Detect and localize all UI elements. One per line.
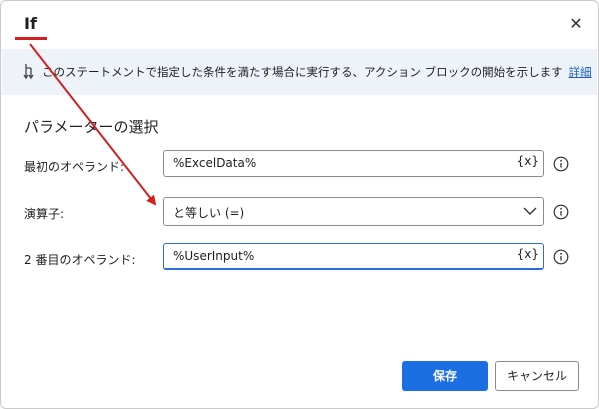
first-operand-value: %ExcelData% <box>173 156 257 170</box>
close-icon: ✕ <box>569 14 583 33</box>
first-operand-label: 最初のオペランド: <box>24 160 125 174</box>
variable-picker-button[interactable]: {x} <box>517 154 539 168</box>
info-banner: このステートメントで指定した条件を満たす場合に実行する、アクション ブロックの開… <box>2 49 597 95</box>
variable-picker-button[interactable]: {x} <box>517 247 539 261</box>
if-dialog: If ✕ このステートメントで指定した条件を満たす場合に実行する、アクション ブ… <box>0 0 599 409</box>
second-operand-label: 2 番目のオペランド: <box>24 253 136 267</box>
info-text: このステートメントで指定した条件を満たす場合に実行する、アクション ブロックの開… <box>42 64 592 80</box>
first-operand-input[interactable]: %ExcelData% {x} <box>163 150 544 177</box>
info-circle-icon[interactable] <box>553 204 569 220</box>
info-circle-icon[interactable] <box>553 249 569 265</box>
section-title: パラメーターの選択 <box>24 118 159 136</box>
details-link[interactable]: 詳細 <box>569 65 592 79</box>
operator-label: 演算子: <box>24 207 65 221</box>
title-annotation-underline <box>15 37 47 40</box>
flow-down-icon <box>23 64 34 80</box>
save-button[interactable]: 保存 <box>402 361 488 391</box>
dialog-title: If <box>24 14 37 33</box>
info-description: このステートメントで指定した条件を満たす場合に実行する、アクション ブロックの開… <box>42 65 563 79</box>
operator-value: と等しい (=) <box>173 206 245 220</box>
operator-dropdown[interactable]: と等しい (=) <box>163 197 544 226</box>
cancel-button[interactable]: キャンセル <box>495 361 579 391</box>
second-operand-value: %UserInput% <box>173 249 255 263</box>
close-button[interactable]: ✕ <box>565 13 587 35</box>
chevron-down-icon <box>523 207 537 215</box>
second-operand-input[interactable]: %UserInput% {x} <box>163 243 544 270</box>
info-circle-icon[interactable] <box>553 156 569 172</box>
